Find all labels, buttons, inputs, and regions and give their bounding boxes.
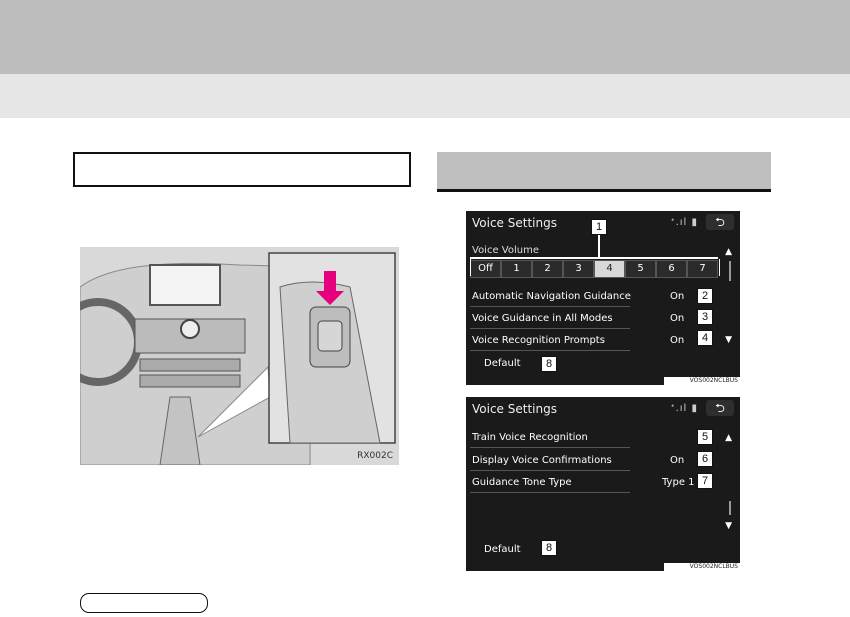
- volume-callout-leader: [598, 234, 600, 257]
- row-divider: [470, 350, 630, 351]
- scroll-up-icon[interactable]: ▲: [725, 433, 732, 443]
- status-icons: ᐩ.ıl ▮: [670, 403, 698, 414]
- screen-code: VOS002NCLBUS: [664, 563, 740, 571]
- default-button[interactable]: Default: [484, 358, 521, 369]
- info-pill: [80, 593, 208, 613]
- train-voice-recognition-label[interactable]: Train Voice Recognition: [472, 432, 588, 443]
- voice-recognition-prompts-value: On: [670, 335, 685, 346]
- callout-1: 1: [591, 219, 607, 235]
- row-divider: [470, 306, 630, 307]
- volume-bracket-top: [470, 257, 718, 259]
- console-drawing: [80, 247, 399, 465]
- scrollbar[interactable]: [729, 261, 731, 281]
- voice-guidance-all-modes-value: On: [670, 313, 685, 324]
- row-divider: [470, 447, 630, 448]
- scrollbar[interactable]: [729, 501, 731, 515]
- display-voice-confirmations-label[interactable]: Display Voice Confirmations: [472, 455, 612, 466]
- default-button[interactable]: Default: [484, 544, 521, 555]
- callout-4: 4: [697, 330, 713, 346]
- automatic-navigation-guidance-value: On: [670, 291, 685, 302]
- row-divider: [470, 328, 630, 329]
- row-divider: [470, 470, 630, 471]
- guidance-tone-type-label[interactable]: Guidance Tone Type: [472, 477, 572, 488]
- screen-title: Voice Settings: [472, 216, 557, 230]
- automatic-navigation-guidance-label[interactable]: Automatic Navigation Guidance: [472, 291, 631, 302]
- volume-bracket: [470, 259, 720, 276]
- console-illustration: RX002C: [80, 247, 399, 465]
- voice-guidance-all-modes-label[interactable]: Voice Guidance in All Modes: [472, 313, 613, 324]
- header-bar: [0, 0, 850, 74]
- callout-3: 3: [697, 309, 713, 325]
- screen-title: Voice Settings: [472, 402, 557, 416]
- callout-5: 5: [697, 429, 713, 445]
- scroll-down-icon[interactable]: ▼: [725, 521, 732, 531]
- back-button[interactable]: ⮌: [706, 214, 734, 230]
- scroll-down-icon[interactable]: ▼: [725, 335, 732, 345]
- illustration-code: RX002C: [357, 451, 393, 461]
- back-button[interactable]: ⮌: [706, 400, 734, 416]
- callout-8: 8: [541, 356, 557, 372]
- section-heading-bar: [437, 152, 771, 192]
- callout-7: 7: [697, 473, 713, 489]
- display-voice-confirmations-value: On: [670, 455, 685, 466]
- guidance-tone-type-value: Type 1: [662, 477, 695, 488]
- callout-2: 2: [697, 288, 713, 304]
- section-title-box: [73, 152, 411, 187]
- screen-code: VOS002NCLBUS: [664, 377, 740, 385]
- scroll-up-icon[interactable]: ▲: [725, 247, 732, 257]
- callout-6: 6: [697, 451, 713, 467]
- subheader-bar: [0, 74, 850, 118]
- voice-recognition-prompts-label[interactable]: Voice Recognition Prompts: [472, 335, 605, 346]
- status-icons: ᐩ.ıl ▮: [670, 217, 698, 228]
- display-screen: [149, 264, 221, 306]
- callout-8: 8: [541, 540, 557, 556]
- voice-volume-label: Voice Volume: [472, 245, 539, 256]
- row-divider: [470, 492, 630, 493]
